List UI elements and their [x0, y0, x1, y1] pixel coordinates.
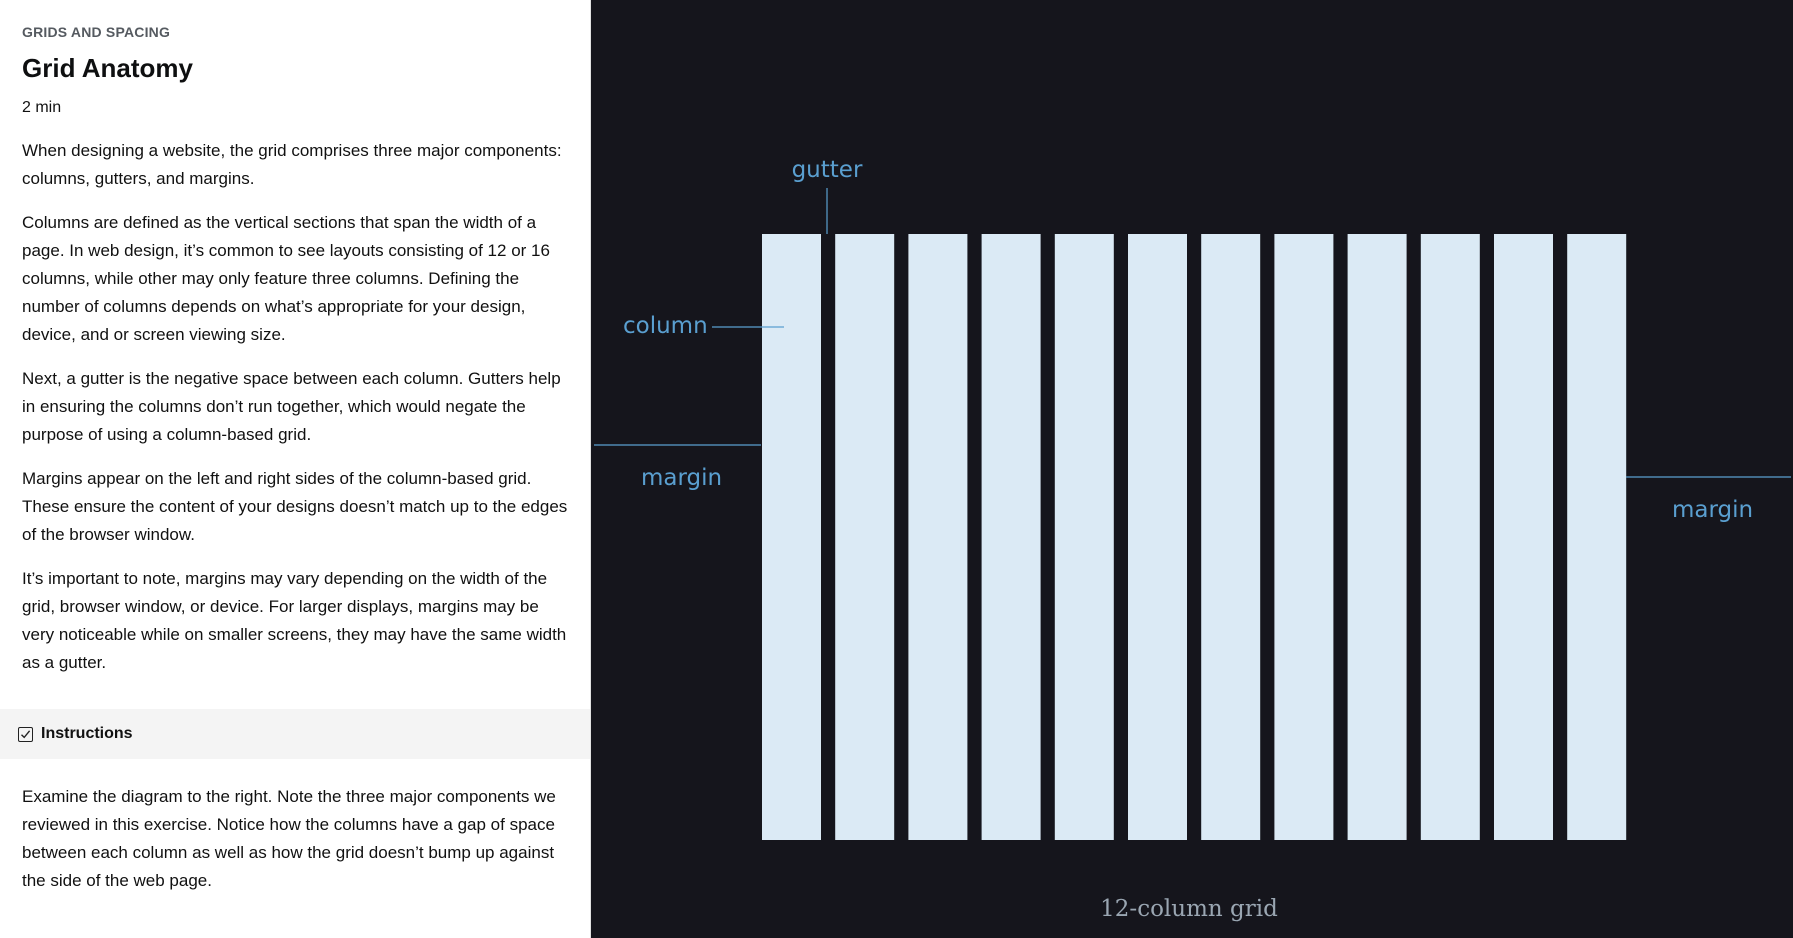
instructions-text: Examine the diagram to the right. Note t…: [22, 787, 556, 890]
grid-column: [1567, 234, 1627, 840]
grid-diagram-panel: gutter column margin margin 12-column gr…: [591, 0, 1793, 938]
columns-group: [762, 234, 1627, 840]
margin-right-label: margin: [1672, 497, 1753, 523]
grid-column: [981, 234, 1041, 840]
grid-caption: 12-column grid: [1100, 896, 1278, 922]
page: GRIDS AND SPACING Grid Anatomy 2 min Whe…: [0, 0, 1793, 938]
grid-column: [1128, 234, 1187, 840]
grid-column: [1494, 234, 1553, 840]
grid-column: [908, 234, 968, 840]
lesson-header: GRIDS AND SPACING Grid Anatomy 2 min: [0, 0, 590, 117]
lesson-title: Grid Anatomy: [22, 53, 193, 83]
lesson-panel: GRIDS AND SPACING Grid Anatomy 2 min Whe…: [0, 0, 591, 938]
checkbox-icon: [18, 726, 33, 742]
lesson-category: GRIDS AND SPACING: [22, 24, 171, 40]
gutter-label: gutter: [792, 157, 863, 183]
grid-column: [1347, 234, 1407, 840]
instructions-header[interactable]: Instructions: [0, 709, 590, 759]
lesson-duration: 2 min: [22, 99, 62, 116]
instructions-label: Instructions: [41, 725, 133, 742]
lesson-paragraph: When designing a website, the grid compr…: [22, 141, 562, 188]
lesson-paragraph: Margins appear on the left and right sid…: [22, 469, 568, 544]
grid-column: [1054, 234, 1114, 840]
margin-left-label: margin: [641, 465, 722, 491]
lesson-paragraph: Columns are defined as the vertical sect…: [22, 213, 550, 344]
grid-diagram: gutter column margin margin 12-column gr…: [594, 157, 1791, 922]
grid-column: [1201, 234, 1261, 840]
lesson-paragraph: It’s important to note, margins may vary…: [22, 569, 567, 672]
lesson-paragraph: Next, a gutter is the negative space bet…: [22, 369, 561, 444]
lesson-body: When designing a website, the grid compr…: [0, 137, 590, 677]
grid-column: [1274, 234, 1334, 840]
column-label: column: [623, 313, 708, 339]
grid-column: [762, 234, 821, 840]
grid-column: [1420, 234, 1480, 840]
grid-column: [835, 234, 895, 840]
